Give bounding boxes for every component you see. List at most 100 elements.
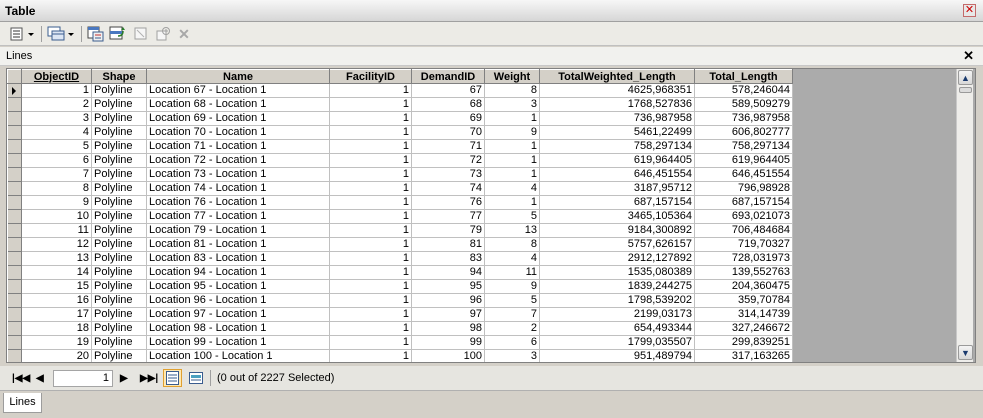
table-row[interactable]: 5 Polyline Location 71 - Location 1 1 71 1 758… <box>7 139 793 154</box>
table-row[interactable]: 12 Polyline Location 81 - Location 1 1 81 8 57… <box>7 237 793 252</box>
table-cell[interactable]: 619,964405 <box>694 153 793 168</box>
table-cell[interactable]: 9 <box>484 125 540 140</box>
table-cell[interactable]: Location 72 - Location 1 <box>146 153 330 168</box>
table-cell[interactable]: 4 <box>21 125 92 140</box>
table-cell[interactable]: Polyline <box>91 83 147 98</box>
table-cell[interactable]: Location 81 - Location 1 <box>146 237 330 252</box>
table-cell[interactable]: 736,987958 <box>694 111 793 126</box>
table-row[interactable]: 14 Polyline Location 94 - Location 1 1 94 11 1… <box>7 265 793 280</box>
table-row[interactable]: 6 Polyline Location 72 - Location 1 1 72 1 619… <box>7 153 793 168</box>
table-cell[interactable]: 73 <box>411 167 485 182</box>
table-row[interactable]: 7 Polyline Location 73 - Location 1 1 73 1 646… <box>7 167 793 182</box>
table-cell[interactable]: Location 69 - Location 1 <box>146 111 330 126</box>
table-row[interactable]: 10 Polyline Location 77 - Location 1 1 77 5 34… <box>7 209 793 224</box>
switch-selection-button[interactable] <box>108 25 128 43</box>
table-cell[interactable]: 1 <box>21 83 92 98</box>
table-cell[interactable]: 79 <box>411 223 485 238</box>
table-cell[interactable]: 12 <box>21 237 92 252</box>
table-row[interactable]: 9 Polyline Location 76 - Location 1 1 76 1 687… <box>7 195 793 210</box>
table-cell[interactable]: 3187,95712 <box>539 181 695 196</box>
table-cell[interactable]: 1 <box>329 349 412 362</box>
related-tables-button[interactable] <box>46 25 76 43</box>
table-cell[interactable]: 706,484684 <box>694 223 793 238</box>
table-row[interactable]: 8 Polyline Location 74 - Location 1 1 74 4 318… <box>7 181 793 196</box>
table-cell[interactable]: 3 <box>484 97 540 112</box>
table-cell[interactable]: 728,031973 <box>694 251 793 266</box>
table-cell[interactable]: 1 <box>329 321 412 336</box>
table-cell[interactable]: 359,70784 <box>694 293 793 308</box>
table-row[interactable]: 16 Polyline Location 96 - Location 1 1 96 5 17… <box>7 293 793 308</box>
next-record-button[interactable]: ▶ <box>120 371 128 385</box>
table-cell[interactable]: Location 71 - Location 1 <box>146 139 330 154</box>
table-cell[interactable]: 1 <box>329 307 412 322</box>
table-cell[interactable]: 314,14739 <box>694 307 793 322</box>
table-cell[interactable]: Polyline <box>91 181 147 196</box>
table-cell[interactable]: 2 <box>21 97 92 112</box>
column-header-name[interactable]: Name <box>146 69 330 84</box>
table-cell[interactable]: Polyline <box>91 251 147 266</box>
column-header-totalweighted-length[interactable]: TotalWeighted_Length <box>539 69 695 84</box>
table-cell[interactable]: 646,451554 <box>694 167 793 182</box>
table-cell[interactable]: 1 <box>329 251 412 266</box>
table-cell[interactable]: 1 <box>329 279 412 294</box>
table-cell[interactable]: 76 <box>411 195 485 210</box>
table-cell[interactable]: 327,246672 <box>694 321 793 336</box>
row-selector[interactable] <box>7 251 22 266</box>
table-cell[interactable]: Location 77 - Location 1 <box>146 209 330 224</box>
table-cell[interactable]: 5 <box>484 209 540 224</box>
table-cell[interactable]: Polyline <box>91 139 147 154</box>
close-table-tab-button[interactable]: ✕ <box>963 48 974 64</box>
table-cell[interactable]: Polyline <box>91 321 147 336</box>
table-cell[interactable]: Polyline <box>91 335 147 350</box>
table-cell[interactable]: 1768,527836 <box>539 97 695 112</box>
last-record-button[interactable]: ▶▶| <box>140 371 158 385</box>
table-cell[interactable]: Location 83 - Location 1 <box>146 251 330 266</box>
table-cell[interactable]: 758,297134 <box>539 139 695 154</box>
show-all-records-button[interactable] <box>163 369 182 387</box>
row-selector[interactable] <box>7 195 22 210</box>
table-cell[interactable]: 687,157154 <box>694 195 793 210</box>
table-cell[interactable]: 1798,539202 <box>539 293 695 308</box>
row-selector[interactable] <box>7 181 22 196</box>
table-cell[interactable]: Polyline <box>91 293 147 308</box>
table-cell[interactable]: 1 <box>329 97 412 112</box>
table-cell[interactable]: Polyline <box>91 195 147 210</box>
table-cell[interactable]: 71 <box>411 139 485 154</box>
row-selector[interactable] <box>7 153 22 168</box>
table-cell[interactable]: 2199,03173 <box>539 307 695 322</box>
table-cell[interactable]: 5757,626157 <box>539 237 695 252</box>
table-cell[interactable]: 9184,300892 <box>539 223 695 238</box>
row-selector[interactable] <box>7 125 22 140</box>
table-row[interactable]: 3 Polyline Location 69 - Location 1 1 69 1 736… <box>7 111 793 126</box>
table-cell[interactable]: 736,987958 <box>539 111 695 126</box>
table-cell[interactable]: Polyline <box>91 279 147 294</box>
table-cell[interactable]: 796,98928 <box>694 181 793 196</box>
table-cell[interactable]: 1535,080389 <box>539 265 695 280</box>
table-options-button[interactable] <box>9 25 37 43</box>
table-cell[interactable]: 8 <box>484 83 540 98</box>
table-row[interactable]: 17 Polyline Location 97 - Location 1 1 97 7 21… <box>7 307 793 322</box>
row-selector[interactable] <box>7 209 22 224</box>
table-cell[interactable]: Polyline <box>91 307 147 322</box>
table-row[interactable]: 20 Polyline Location 100 - Location 1 1 100 3… <box>7 349 793 362</box>
table-cell[interactable]: Polyline <box>91 265 147 280</box>
table-cell[interactable]: 15 <box>21 279 92 294</box>
select-by-attributes-button[interactable] <box>86 25 106 43</box>
table-cell[interactable]: 1 <box>484 139 540 154</box>
table-cell[interactable]: Location 98 - Location 1 <box>146 321 330 336</box>
table-cell[interactable]: 299,839251 <box>694 335 793 350</box>
row-selector[interactable] <box>7 293 22 308</box>
table-row[interactable]: 2 Polyline Location 68 - Location 1 1 68 3 176… <box>7 97 793 112</box>
table-cell[interactable]: 951,489794 <box>539 349 695 362</box>
column-header-total-length[interactable]: Total_Length <box>694 69 793 84</box>
table-cell[interactable]: 68 <box>411 97 485 112</box>
table-cell[interactable]: 1 <box>329 153 412 168</box>
row-selector[interactable] <box>7 223 22 238</box>
clear-selection-button[interactable] <box>131 25 151 43</box>
table-row[interactable]: 1 Polyline Location 67 - Location 1 1 67 8 462… <box>7 83 793 98</box>
table-cell[interactable]: Polyline <box>91 125 147 140</box>
table-cell[interactable]: 3 <box>484 349 540 362</box>
column-header-objectid[interactable]: ObjectID <box>21 69 92 84</box>
row-selector[interactable] <box>7 83 22 98</box>
table-cell[interactable]: Location 76 - Location 1 <box>146 195 330 210</box>
